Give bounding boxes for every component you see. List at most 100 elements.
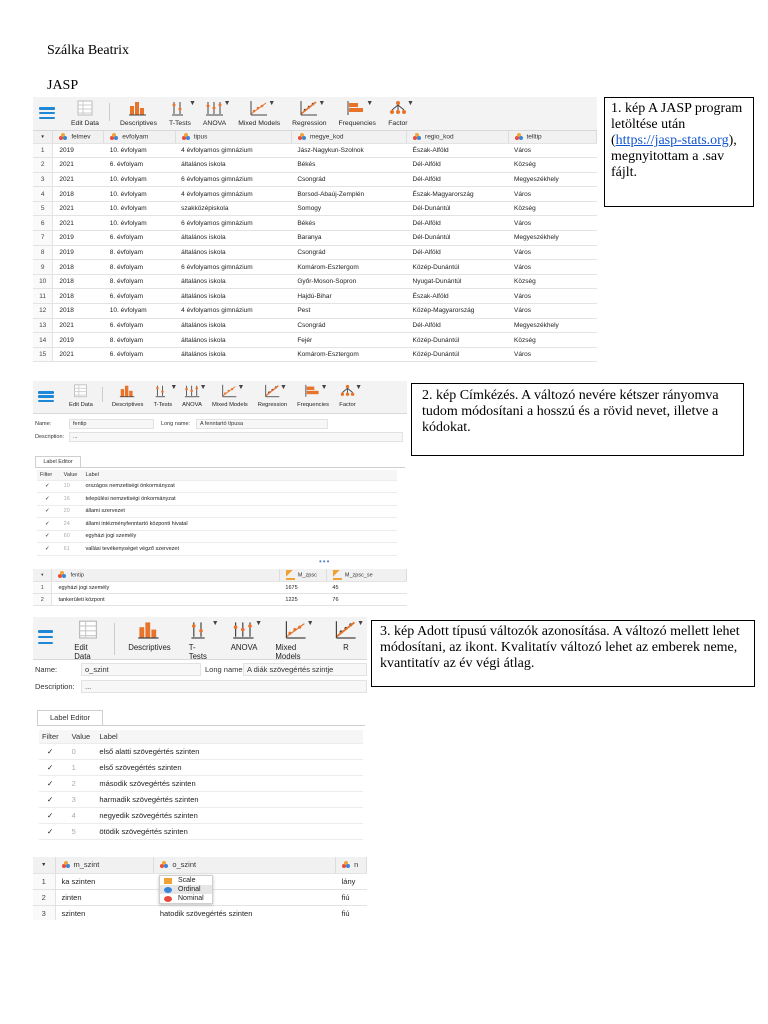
table-cell[interactable]: általános iskola bbox=[175, 318, 292, 334]
table-cell[interactable]: 8. évfolyam bbox=[103, 274, 176, 290]
table-cell[interactable]: Csongrád bbox=[291, 318, 407, 334]
table-cell[interactable]: hatodik szövegértés szinten bbox=[153, 905, 336, 920]
table-cell[interactable]: Község bbox=[508, 332, 597, 348]
table-cell[interactable]: Város bbox=[508, 143, 597, 159]
description-field[interactable]: ... bbox=[81, 680, 367, 693]
table-cell[interactable]: Város bbox=[508, 215, 597, 232]
table-cell[interactable]: Észak-Alföld bbox=[406, 143, 508, 159]
filter-checkbox[interactable]: ✓ bbox=[37, 530, 61, 543]
nominal-type-icon[interactable] bbox=[59, 132, 68, 141]
table-cell[interactable]: 6 évfolyamos gimnázium bbox=[175, 259, 292, 275]
long-name-field[interactable]: A diák szövegértés szintje bbox=[243, 663, 367, 676]
menu-icon[interactable] bbox=[39, 107, 55, 119]
scale-type-icon[interactable] bbox=[332, 570, 342, 580]
column-header[interactable]: M_zpsc_se bbox=[326, 569, 407, 582]
table-cell[interactable]: általános iskola bbox=[175, 245, 292, 261]
name-field[interactable]: o_szint bbox=[81, 663, 201, 676]
label-text[interactable]: állami intézményfenntartó központi hivat… bbox=[82, 517, 397, 531]
table-cell[interactable]: Város bbox=[508, 288, 597, 305]
filter-checkbox[interactable]: ✓ bbox=[37, 505, 61, 518]
nominal-type-icon[interactable] bbox=[181, 132, 191, 141]
table-cell[interactable]: Észak-Magyarország bbox=[406, 186, 508, 202]
table-cell[interactable]: 2018 bbox=[52, 303, 104, 319]
label-text[interactable]: települési nemzetiségi önkormányzat bbox=[82, 492, 397, 506]
table-cell[interactable]: Megyeszékhely bbox=[508, 318, 597, 334]
table-cell[interactable]: 45 bbox=[326, 581, 407, 594]
table-cell[interactable]: általános iskola bbox=[175, 274, 292, 290]
toolbar-button-mixed-models[interactable]: ▼ Mixed Models bbox=[212, 384, 248, 408]
column-header[interactable]: evfolyam bbox=[103, 131, 176, 144]
table-cell[interactable]: Dél-Alföld bbox=[406, 318, 508, 334]
toolbar-button-edit-data[interactable]: Edit Data bbox=[71, 100, 99, 127]
table-cell[interactable]: 8. évfolyam bbox=[103, 259, 176, 275]
table-cell[interactable]: 10. évfolyam bbox=[103, 303, 176, 319]
column-header[interactable]: telltip bbox=[508, 131, 597, 144]
label-text[interactable]: országos nemzetiségi önkormányzat bbox=[82, 480, 397, 493]
nominal-type-icon[interactable] bbox=[514, 132, 524, 141]
table-cell[interactable]: 2018 bbox=[52, 288, 104, 305]
table-cell[interactable]: 10. évfolyam bbox=[103, 215, 176, 232]
table-cell[interactable]: általános iskola bbox=[175, 230, 292, 246]
toolbar-button-factor[interactable]: ▼ Factor bbox=[388, 100, 414, 127]
table-cell[interactable]: Város bbox=[508, 245, 597, 261]
table-cell[interactable]: Község bbox=[508, 157, 597, 173]
menu-item-scale[interactable]: Scale bbox=[160, 876, 212, 885]
table-cell[interactable]: 8. évfolyam bbox=[103, 332, 176, 348]
toolbar-button-mixed-models[interactable]: ▼ Mixed Models bbox=[275, 620, 316, 661]
table-cell[interactable]: Észak-Alföld bbox=[406, 288, 508, 305]
table-cell[interactable]: 10. évfolyam bbox=[103, 201, 176, 217]
measure-type-menu[interactable]: Scale Ordinal Nominal bbox=[159, 875, 213, 904]
filter-checkbox[interactable]: ✓ bbox=[37, 492, 61, 506]
table-cell[interactable]: 6. évfolyam bbox=[103, 318, 176, 334]
table-cell[interactable]: Város bbox=[508, 347, 597, 363]
table-cell[interactable]: Város bbox=[508, 259, 597, 275]
menu-item-ordinal[interactable]: Ordinal bbox=[160, 885, 212, 894]
table-cell[interactable]: Komárom-Esztergom bbox=[291, 347, 407, 363]
table-cell[interactable]: egyházi jogi személy bbox=[51, 581, 280, 594]
toolbar-button-anova[interactable]: ▼ ANOVA bbox=[182, 384, 206, 408]
table-cell[interactable]: Város bbox=[508, 303, 597, 319]
jasp-link[interactable]: https://jasp-stats.org bbox=[616, 133, 729, 148]
table-cell[interactable]: 2018 bbox=[52, 259, 104, 275]
table-cell[interactable]: Jász-Nagykun-Szolnok bbox=[291, 143, 407, 159]
table-cell[interactable]: Pest bbox=[291, 303, 407, 319]
filter-column-header[interactable]: ▼ bbox=[33, 857, 56, 874]
long-name-field[interactable]: A fenntartó típusa bbox=[196, 419, 328, 429]
table-cell[interactable]: általános iskola bbox=[175, 157, 292, 173]
tab-label-editor[interactable]: Label Editor bbox=[35, 456, 81, 467]
table-cell[interactable]: lány bbox=[335, 873, 367, 890]
toolbar-button-mixed-models[interactable]: ▼ Mixed Models bbox=[238, 100, 280, 127]
nominal-type-icon[interactable] bbox=[110, 132, 119, 141]
table-cell[interactable]: Nyugat-Dunántúl bbox=[406, 274, 508, 290]
table-cell[interactable]: 1675 bbox=[279, 581, 327, 594]
table-cell[interactable]: zinten bbox=[55, 889, 154, 906]
table-cell[interactable]: szakközépiskola bbox=[175, 201, 292, 217]
toolbar-button-t-tests[interactable]: ▼ T-Tests bbox=[153, 384, 177, 408]
tab-label-editor[interactable]: Label Editor bbox=[37, 710, 103, 725]
filter-column-header[interactable]: ▼ bbox=[33, 569, 53, 582]
table-cell[interactable]: Baranya bbox=[291, 230, 407, 246]
table-cell[interactable]: 76 bbox=[326, 593, 407, 606]
nominal-type-icon[interactable] bbox=[160, 861, 169, 869]
toolbar-button-descriptives[interactable]: Descriptives bbox=[128, 620, 171, 652]
table-cell[interactable]: Dél-Alföld bbox=[406, 215, 508, 232]
table-cell[interactable]: általános iskola bbox=[175, 347, 292, 363]
table-cell[interactable]: 2021 bbox=[52, 215, 104, 232]
table-cell[interactable]: Hajdú-Bihar bbox=[291, 288, 407, 305]
label-text[interactable]: negyedik szövegértés szinten bbox=[96, 807, 363, 824]
table-cell[interactable]: Békés bbox=[291, 157, 407, 173]
column-header[interactable]: m_szint bbox=[55, 857, 155, 874]
column-header[interactable]: tipus bbox=[175, 131, 292, 144]
label-text[interactable]: vallási tevékenységet végző szervezet bbox=[82, 542, 397, 556]
toolbar-button-factor[interactable]: ▼ Factor bbox=[339, 384, 362, 408]
table-cell[interactable]: 2021 bbox=[52, 318, 104, 334]
table-cell[interactable]: Megyeszékhely bbox=[508, 172, 597, 188]
table-cell[interactable]: 2019 bbox=[52, 245, 104, 261]
toolbar-button-anova[interactable]: ▼ ANOVA bbox=[203, 100, 231, 127]
toolbar-button-t-tests[interactable]: ▼ T-Tests bbox=[189, 620, 219, 661]
table-cell[interactable]: 2021 bbox=[52, 157, 104, 173]
filter-checkbox[interactable]: ✓ bbox=[39, 807, 69, 824]
table-cell[interactable]: 6. évfolyam bbox=[103, 230, 176, 246]
label-text[interactable]: első szövegértés szinten bbox=[96, 759, 363, 776]
menu-icon[interactable] bbox=[38, 630, 54, 644]
